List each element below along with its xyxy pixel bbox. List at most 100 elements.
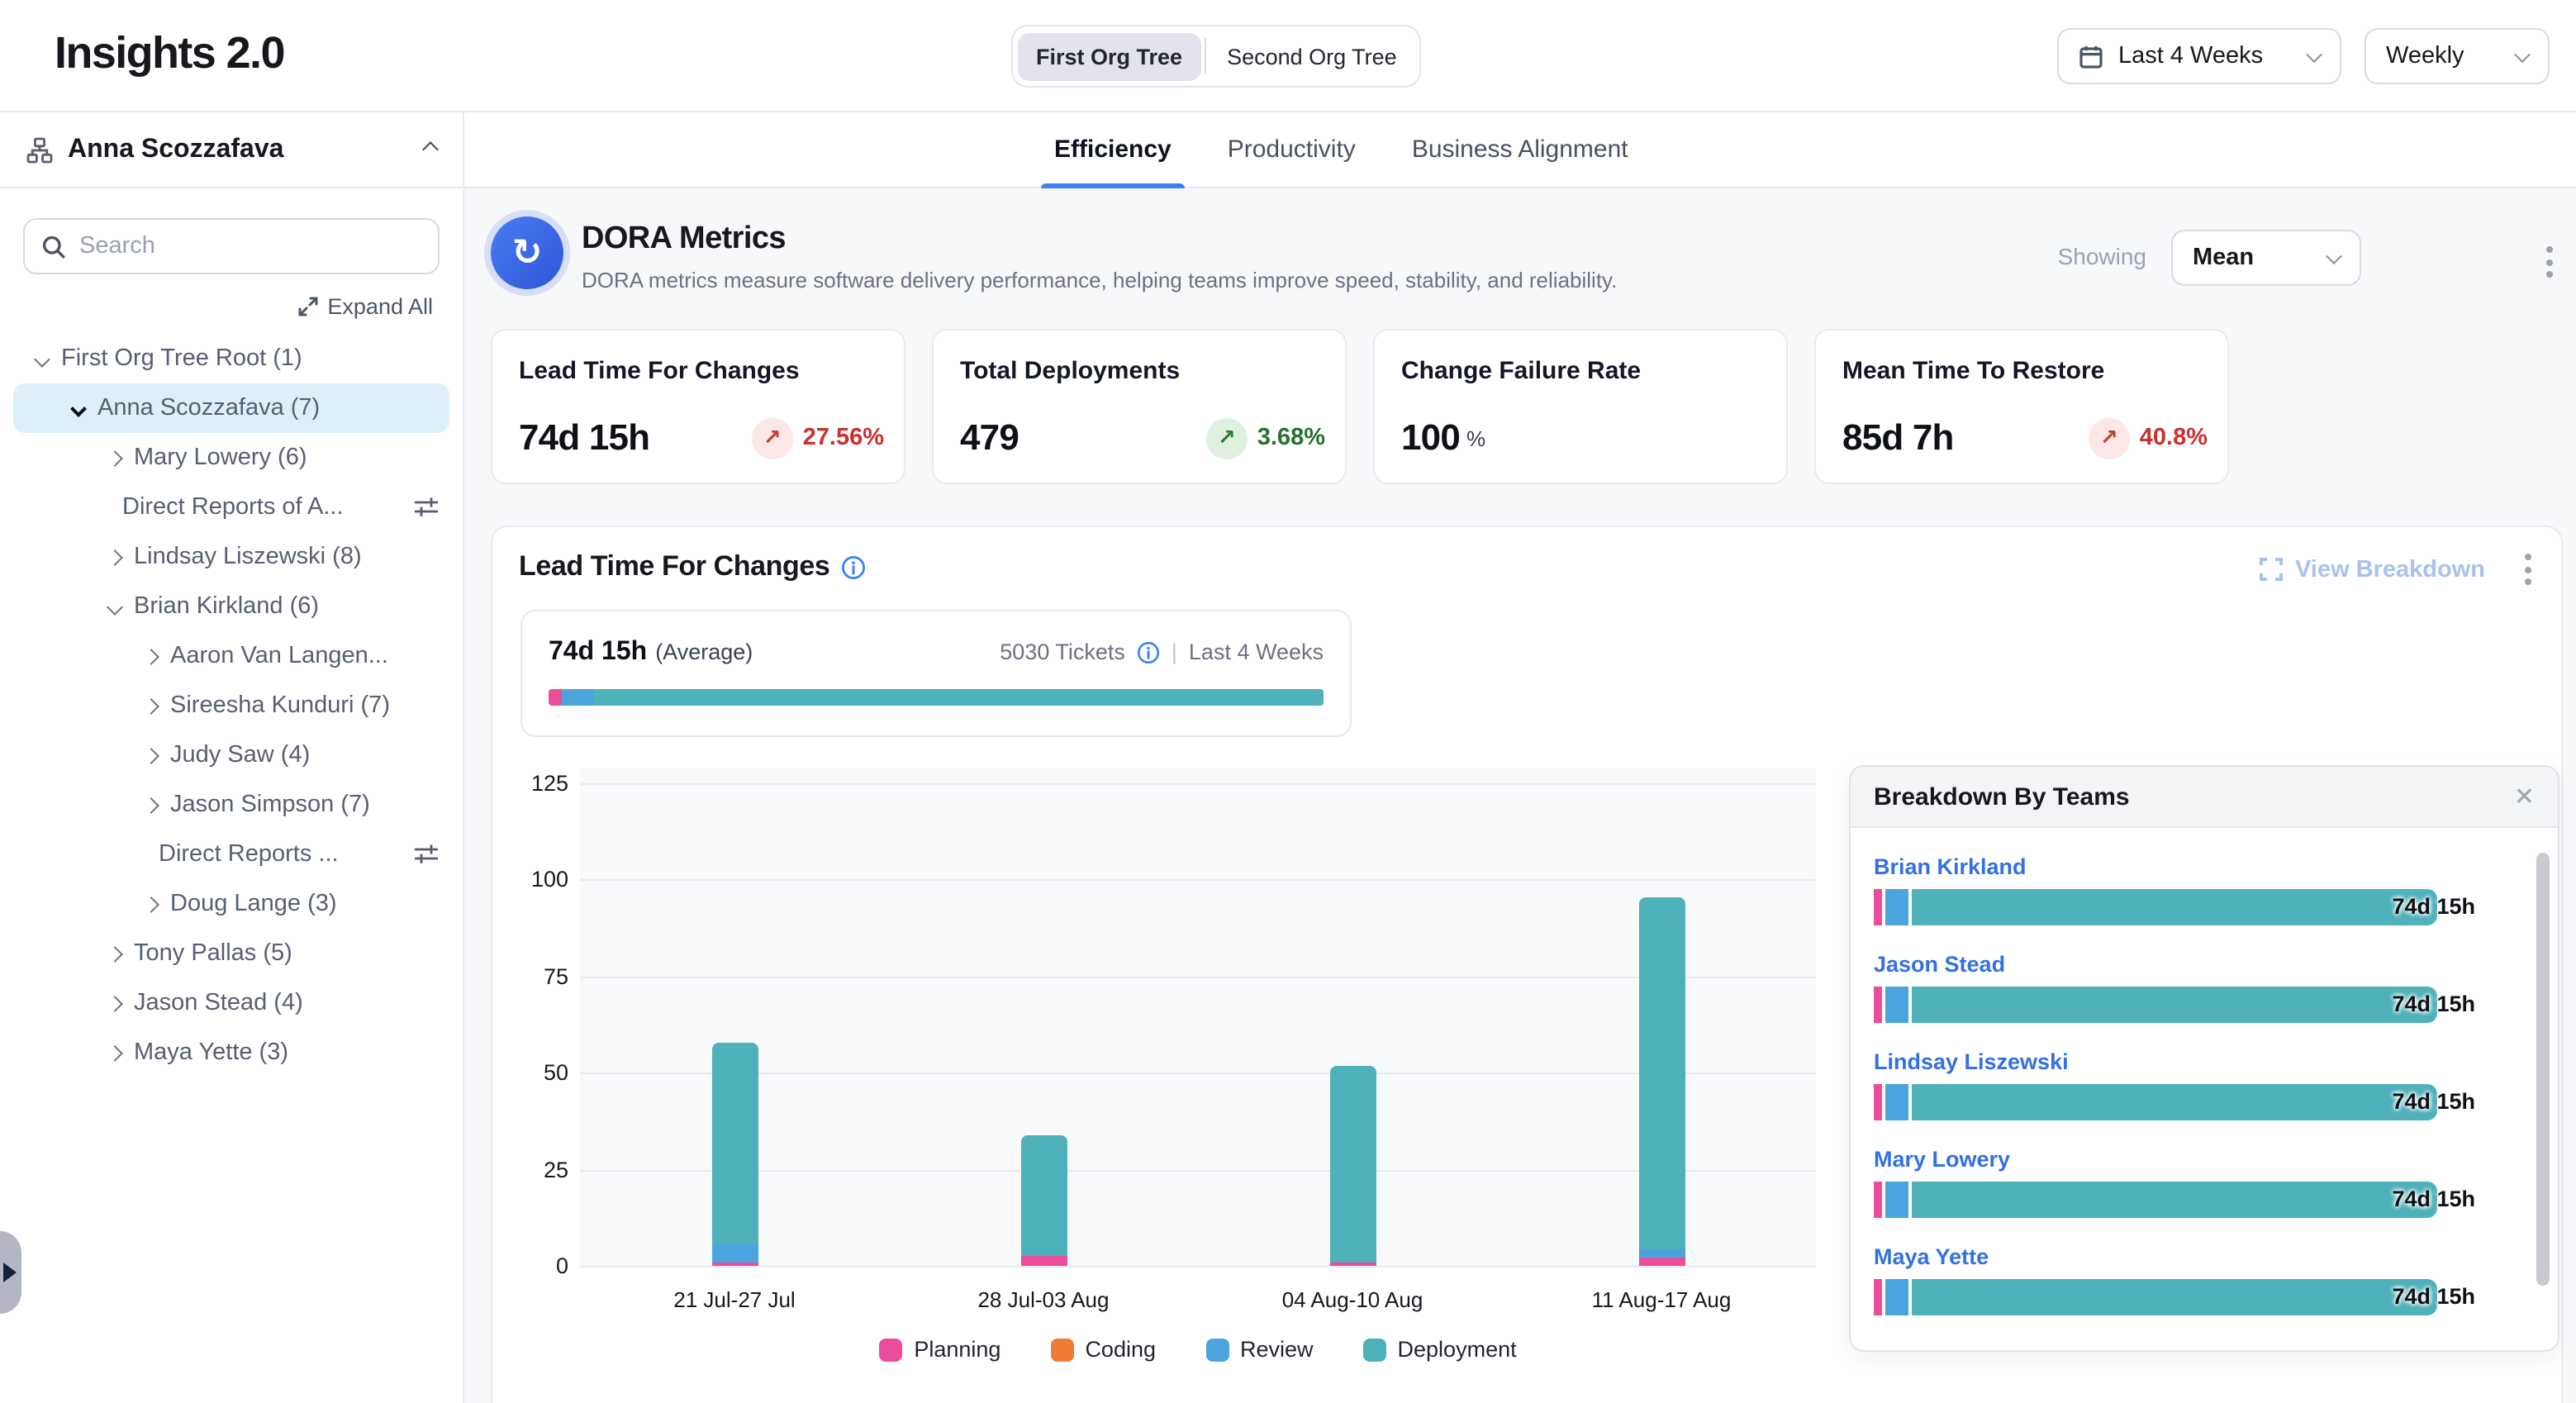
date-range-select[interactable]: Last 4 Weeks	[2057, 28, 2341, 84]
chevron-right-icon[interactable]	[143, 896, 159, 912]
tree-item[interactable]: Judy Saw (4)	[13, 730, 449, 780]
breakdown-team-link[interactable]: Brian Kirkland	[1874, 854, 2515, 879]
search-input[interactable]	[79, 233, 421, 259]
chevron-down-icon[interactable]	[70, 400, 87, 416]
tree-item[interactable]: Direct Reports of A...	[13, 483, 449, 532]
chevron-right-icon[interactable]	[143, 697, 159, 714]
sidebar-search	[23, 218, 440, 274]
breakdown-team-link[interactable]: Mary Lowery	[1874, 1147, 2515, 1172]
chevron-right-icon[interactable]	[107, 945, 123, 962]
breakdown-row: Maya Yette74d 15h	[1874, 1244, 2515, 1315]
sidebar-collapse-handle[interactable]	[0, 1231, 21, 1314]
metric-card-value-row: 479↗3.68%	[960, 416, 1325, 459]
chevron-right-icon[interactable]	[143, 797, 159, 813]
tree-item[interactable]: Sireesha Kunduri (7)	[13, 681, 449, 730]
chart-bar	[1329, 1066, 1376, 1266]
phase-segment-review	[563, 689, 594, 706]
info-icon[interactable]	[1137, 640, 1160, 663]
tab-productivity[interactable]: Productivity	[1221, 112, 1362, 188]
x-axis-label: 04 Aug-10 Aug	[1237, 1287, 1468, 1312]
legend-item-planning[interactable]: Planning	[879, 1337, 1000, 1362]
tree-item[interactable]: First Org Tree Root (1)	[13, 334, 449, 383]
phase-segment-review	[1885, 889, 1908, 925]
breakdown-team-link[interactable]: Lindsay Liszewski	[1874, 1049, 2515, 1074]
gridline	[580, 1072, 1816, 1074]
chevron-right-icon[interactable]	[107, 995, 123, 1011]
chevron-right-icon[interactable]	[143, 747, 159, 763]
legend-item-coding[interactable]: Coding	[1050, 1337, 1156, 1362]
chart-bar	[1638, 897, 1685, 1266]
tree-item[interactable]: Aaron Van Langen...	[13, 631, 449, 681]
search-icon	[41, 234, 66, 259]
bar-segment-planning	[711, 1262, 758, 1266]
breakdown-team-link[interactable]: Jason Stead	[1874, 952, 2515, 977]
expand-all-button[interactable]: Expand All	[0, 294, 433, 319]
gridline	[580, 1169, 1816, 1171]
chevron-down-icon[interactable]	[34, 350, 50, 367]
dora-subtitle: DORA metrics measure software delivery p…	[582, 268, 1617, 292]
bar-segment-deployment	[1020, 1134, 1067, 1256]
play-triangle-icon	[3, 1263, 17, 1282]
legend-color-chip	[1205, 1338, 1229, 1361]
org-tree-toggle: First Org TreeSecond Org Tree	[1011, 25, 1422, 88]
bar-segment-deployment	[711, 1042, 758, 1244]
metric-card-value-row: 85d 7h↗40.8%	[1842, 416, 2208, 459]
legend-item-review[interactable]: Review	[1205, 1337, 1314, 1362]
tree-item[interactable]: Doug Lange (3)	[13, 879, 449, 929]
info-icon[interactable]	[841, 554, 866, 579]
legend-color-chip	[879, 1338, 902, 1361]
bar-segment-deployment	[1638, 897, 1685, 1248]
divider: |	[1172, 640, 1177, 664]
chevron-right-icon[interactable]	[107, 449, 123, 466]
chevron-down-icon	[2326, 247, 2342, 264]
close-icon[interactable]: ✕	[2514, 784, 2535, 809]
section-menu-button[interactable]	[2515, 554, 2541, 585]
breakdown-bar-wrap: 74d 15h	[1874, 889, 2515, 925]
tree-item[interactable]: Lindsay Liszewski (8)	[13, 532, 449, 582]
tree-item[interactable]: Maya Yette (3)	[13, 1028, 449, 1077]
breakdown-team-link[interactable]: Maya Yette	[1874, 1244, 2515, 1269]
dora-title: DORA Metrics	[582, 221, 786, 258]
org-tree-toggle-option[interactable]: Second Org Tree	[1209, 32, 1415, 80]
filter-sliders-icon[interactable]	[413, 843, 440, 866]
view-breakdown-button[interactable]: View Breakdown	[2259, 556, 2485, 583]
showing-select[interactable]: Mean	[2171, 230, 2361, 286]
sidebar: Anna Scozzafava Expand All First Org Tre…	[0, 112, 464, 1403]
chevron-down-icon[interactable]	[107, 598, 123, 615]
granularity-select[interactable]: Weekly	[2365, 28, 2550, 84]
trend-percent: 3.68%	[1257, 425, 1325, 451]
legend-item-deployment[interactable]: Deployment	[1363, 1337, 1517, 1362]
breakdown-row: Jason Stead74d 15h	[1874, 952, 2515, 1023]
dora-menu-button[interactable]	[2536, 246, 2563, 278]
tree-item[interactable]: Anna Scozzafava (7)	[13, 383, 449, 433]
section-title: Lead Time For Changes	[519, 550, 829, 583]
tree-item[interactable]: Brian Kirkland (6)	[13, 582, 449, 631]
chevron-up-icon[interactable]	[422, 141, 439, 158]
tree-item[interactable]: Direct Reports ...	[13, 830, 449, 879]
date-range-value: Last 4 Weeks	[2118, 43, 2263, 69]
tree-item-label: Lindsay Liszewski (8)	[134, 544, 362, 570]
chevron-right-icon[interactable]	[107, 1044, 123, 1061]
chevron-right-icon[interactable]	[143, 648, 159, 664]
expand-all-label: Expand All	[327, 294, 433, 319]
bar-segment-review	[711, 1244, 758, 1262]
tab-efficiency[interactable]: Efficiency	[1048, 112, 1178, 188]
tree-item[interactable]: Jason Stead (4)	[13, 978, 449, 1028]
tree-item-label: Judy Saw (4)	[170, 742, 310, 768]
legend-label: Planning	[914, 1337, 1000, 1362]
tab-business-alignment[interactable]: Business Alignment	[1405, 112, 1635, 188]
tree-item[interactable]: Mary Lowery (6)	[13, 433, 449, 483]
chevron-right-icon[interactable]	[107, 549, 123, 565]
phase-segment-planning	[1874, 889, 1882, 925]
tree-item[interactable]: Tony Pallas (5)	[13, 929, 449, 978]
tickets-count: 5030 Tickets	[1000, 640, 1125, 664]
showing-value: Mean	[2193, 245, 2254, 271]
breakdown-scrollbar-thumb[interactable]	[2536, 853, 2550, 1286]
tree-item[interactable]: Jason Simpson (7)	[13, 780, 449, 830]
sidebar-person-header[interactable]: Anna Scozzafava	[0, 112, 463, 188]
filter-sliders-icon[interactable]	[413, 496, 440, 519]
phase-segment-review	[1885, 1182, 1908, 1218]
y-tick-label: 25	[506, 1157, 568, 1182]
tree-item-label: Jason Stead (4)	[134, 990, 303, 1016]
org-tree-toggle-option[interactable]: First Org Tree	[1018, 32, 1200, 80]
